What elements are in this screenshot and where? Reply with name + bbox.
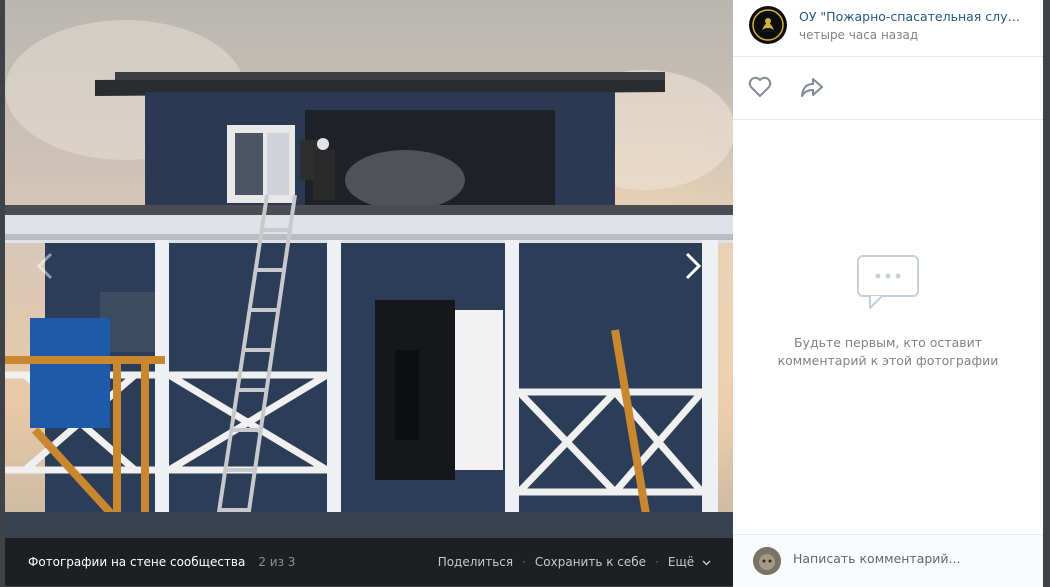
more-menu[interactable]: Ещё <box>668 555 711 569</box>
empty-comments-text: Будьте первым, кто оставит комментарий к… <box>733 334 1043 370</box>
previous-photo-icon[interactable] <box>33 248 57 284</box>
user-photo-icon <box>753 547 781 575</box>
group-avatar[interactable] <box>749 6 787 44</box>
chevron-down-icon <box>702 560 711 565</box>
empty-comments-line2: комментарий к этой фотографии <box>777 353 999 368</box>
comments-icon <box>857 255 919 309</box>
page-background-edge <box>1043 0 1050 586</box>
post-time[interactable]: четыре часа назад <box>799 28 918 42</box>
share-arrow-icon[interactable] <box>799 75 825 99</box>
photo[interactable] <box>5 0 733 538</box>
side-panel: ОУ "Пожарно-спасательная служб… четыре ч… <box>733 0 1043 587</box>
more-label: Ещё <box>667 555 695 569</box>
group-name[interactable]: ОУ "Пожарно-спасательная служб… <box>799 9 1025 24</box>
photo-image <box>5 0 733 538</box>
next-photo-icon[interactable] <box>681 248 705 284</box>
save-to-self-link[interactable]: Сохранить к себе <box>535 555 646 569</box>
separator-dot: · <box>655 555 659 569</box>
photo-actions: Поделиться · Сохранить к себе · Ещё <box>438 555 711 569</box>
user-avatar[interactable] <box>753 547 781 575</box>
empty-comments: Будьте первым, кто оставит комментарий к… <box>733 254 1043 370</box>
reactions-bar <box>733 57 1043 120</box>
share-link[interactable]: Поделиться <box>438 555 513 569</box>
empty-comments-line1: Будьте первым, кто оставит <box>793 335 983 350</box>
separator-dot: · <box>522 555 526 569</box>
photo-counter: 2 из 3 <box>258 555 296 569</box>
photo-info-bar: Фотографии на стене сообщества 2 из 3 По… <box>5 538 733 586</box>
comment-input[interactable] <box>793 551 1023 566</box>
comment-composer <box>733 534 1043 587</box>
heart-icon[interactable] <box>747 75 773 99</box>
album-title[interactable]: Фотографии на стене сообщества <box>28 555 245 569</box>
fire-service-emblem-icon <box>750 7 786 43</box>
photo-viewer: Фотографии на стене сообщества 2 из 3 По… <box>5 0 733 586</box>
post-header: ОУ "Пожарно-спасательная служб… четыре ч… <box>733 0 1043 57</box>
